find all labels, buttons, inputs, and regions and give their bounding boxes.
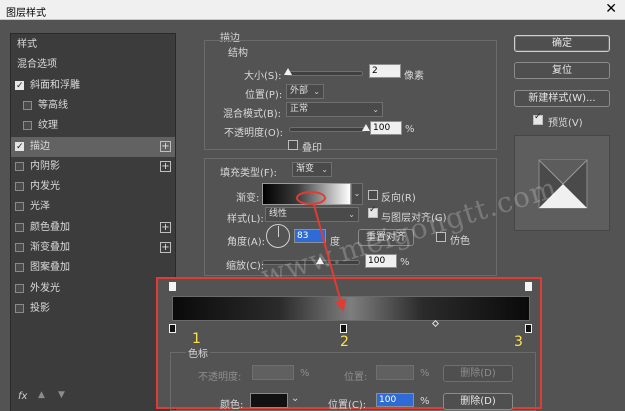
annotation-arrow — [313, 204, 347, 312]
